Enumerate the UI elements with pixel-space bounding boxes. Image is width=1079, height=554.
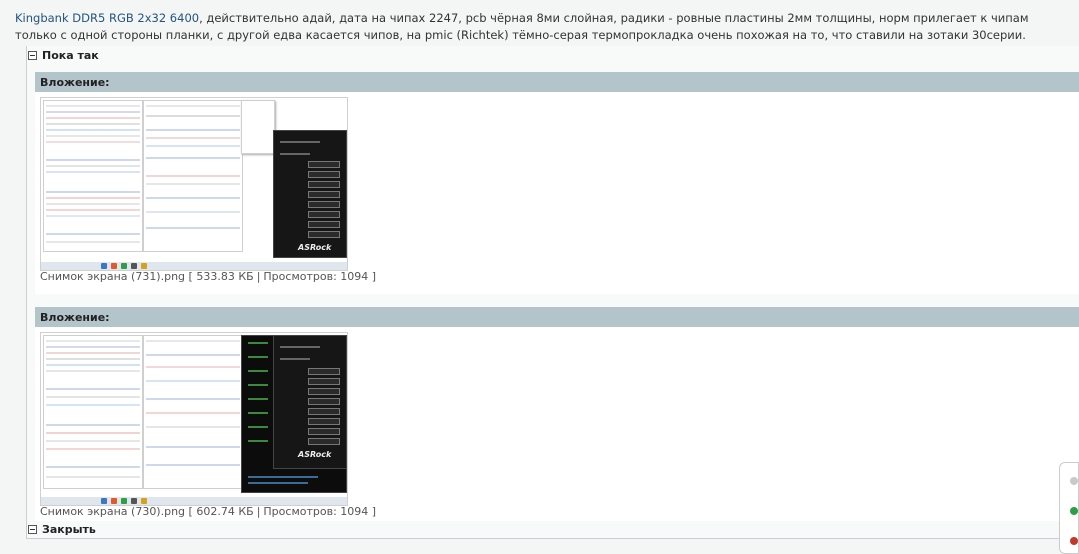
attachment-block-2: Вложение: ASRock Снимок экрана (730).png… bbox=[35, 307, 1079, 521]
widget-icon bbox=[1070, 477, 1078, 485]
attachment-caption-1: Снимок экрана (731).png [ 533.83 КБ | Прос… bbox=[40, 270, 377, 283]
attachment-thumbnail-2[interactable]: ASRock bbox=[40, 332, 348, 506]
thumb-middle-pane bbox=[143, 100, 243, 252]
attachment-caption-2: Снимок экрана (730).png [ 602.74 КБ | Прос… bbox=[40, 505, 377, 518]
attachment-filename-2: Снимок экрана (730).png bbox=[40, 505, 186, 518]
attachment-size-2: 602.74 КБ bbox=[196, 505, 254, 518]
spoiler-close-label: Закрыть bbox=[42, 522, 96, 536]
side-widget[interactable] bbox=[1059, 462, 1079, 554]
thumb-brand-1: ASRock bbox=[298, 243, 332, 252]
attachment-header-2: Вложение: bbox=[35, 307, 1079, 327]
thumb-dialog bbox=[241, 100, 275, 154]
spoiler-toggle-close[interactable]: Закрыть bbox=[28, 521, 96, 537]
collapse-icon bbox=[28, 50, 37, 60]
collapse-icon bbox=[28, 524, 37, 534]
thumb-taskbar bbox=[41, 262, 347, 270]
thumb-dark-app: ASRock bbox=[273, 130, 347, 258]
spoiler-toggle-open[interactable]: Пока так bbox=[28, 47, 99, 63]
attachment-views-label-1: Просмотров: bbox=[263, 270, 337, 283]
attachment-block-1: Вложение: ASRock Снимок экрана (731).png… bbox=[35, 72, 1079, 294]
thumb-dark-app: ASRock bbox=[273, 335, 347, 469]
attachment-thumbnail-1[interactable]: ASRock bbox=[40, 97, 348, 271]
status-dot-icon bbox=[1070, 507, 1078, 515]
thumb-left-pane bbox=[43, 100, 143, 252]
attachment-filename-1: Снимок экрана (731).png bbox=[40, 270, 186, 283]
attachment-views-label-2: Просмотров: bbox=[263, 505, 337, 518]
attachment-views-1: 1094 bbox=[340, 270, 369, 283]
thumb-left-pane bbox=[43, 335, 143, 489]
alert-icon bbox=[1070, 537, 1078, 545]
attachment-header-1: Вложение: bbox=[35, 72, 1079, 92]
attachment-views-2: 1094 bbox=[340, 505, 369, 518]
spoiler-title: Пока так bbox=[42, 48, 99, 62]
product-link[interactable]: Kingbank DDR5 RGB 2x32 6400 bbox=[15, 11, 199, 25]
attachment-size-1: 533.83 КБ bbox=[196, 270, 254, 283]
thumb-taskbar bbox=[41, 497, 347, 505]
post-text: Kingbank DDR5 RGB 2x32 6400, действитель… bbox=[15, 10, 1070, 44]
thumb-middle-pane bbox=[143, 335, 243, 489]
thumb-brand-2: ASRock bbox=[298, 450, 332, 459]
